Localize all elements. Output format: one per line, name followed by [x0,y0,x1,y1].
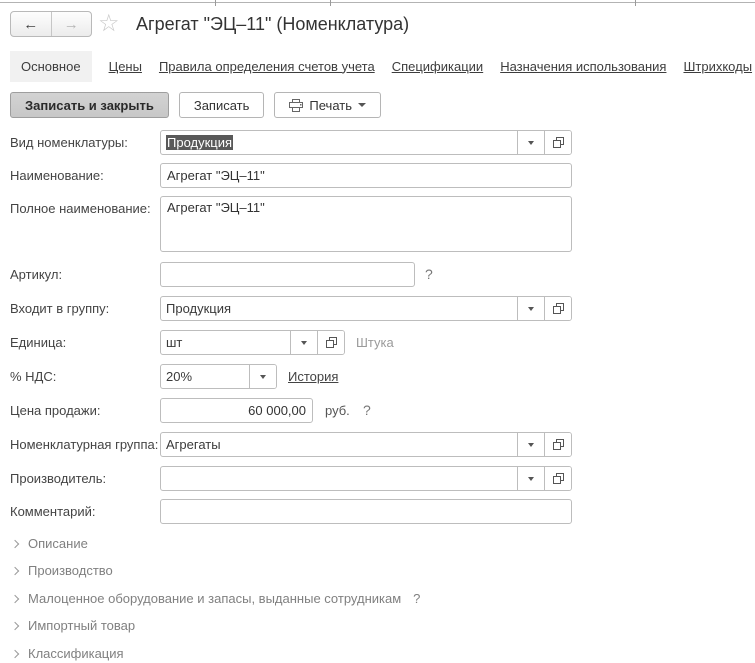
price-help-link[interactable]: ? [363,398,371,423]
kind-selected-text: Продукция [166,135,234,150]
manufacturer-value[interactable] [161,467,517,490]
open-link-icon [325,337,337,348]
top-divider [0,2,755,3]
open-link-icon [552,439,564,450]
save-and-close-label: Записать и закрыть [25,97,154,113]
chevron-down-icon [301,340,307,345]
save-button[interactable]: Записать [178,92,265,118]
name-label: Наименование: [10,168,104,183]
price-label: Цена продажи: [10,403,101,418]
print-label: Печать [309,97,352,113]
nom-group-value[interactable]: Агрегаты [161,433,517,456]
chevron-right-icon [10,594,20,603]
unit-dropdown-button[interactable] [290,331,317,354]
top-divider-tick [330,0,331,6]
chevron-down-icon [528,442,534,447]
group-open-button[interactable] [544,297,571,320]
unit-open-button[interactable] [317,331,344,354]
chevron-right-icon [10,649,20,658]
vat-value[interactable]: 20% [161,365,249,388]
chevron-right-icon [10,539,20,548]
back-button[interactable]: ← [11,12,51,36]
price-currency: руб. [325,403,350,418]
open-link-icon [552,137,564,148]
kind-combo[interactable]: Продукция [160,130,572,155]
top-divider-tick [635,0,636,6]
group-dropdown-button[interactable] [517,297,544,320]
kind-dropdown-button[interactable] [517,131,544,154]
comment-label: Комментарий: [10,504,96,519]
vat-history-link[interactable]: История [288,364,338,389]
article-help-link[interactable]: ? [425,262,433,287]
kind-open-button[interactable] [544,131,571,154]
group-label: Входит в группу: [10,301,110,316]
section-classification[interactable]: Классификация [10,646,124,661]
section-label: Производство [28,563,113,578]
chevron-right-icon [10,566,20,575]
unit-hint: Штука [356,335,394,350]
section-label: Описание [28,536,88,551]
full-name-label: Полное наименование: [10,201,151,216]
favorite-star-icon[interactable]: ☆ [98,10,120,38]
section-imported-goods[interactable]: Импортный товар [10,618,136,633]
command-bar: Записать и закрыть Записать Печать [10,92,381,118]
section-label: Импортный товар [28,618,136,633]
tab-account-rules[interactable]: Правила определения счетов учета [159,51,375,82]
nomenclature-card-window: ← → ☆ Агрегат "ЭЦ–11" (Номенклатура) Осн… [0,0,755,663]
tab-main[interactable]: Основное [10,50,92,82]
open-link-icon [552,473,564,484]
tab-barcodes[interactable]: Штрихкоды [683,51,752,82]
tab-specifications[interactable]: Спецификации [392,51,484,82]
manufacturer-dropdown-button[interactable] [517,467,544,490]
page-title: Агрегат "ЭЦ–11" (Номенклатура) [136,14,410,34]
section-label: Малоценное оборудование и запасы, выданн… [28,591,402,606]
section-description[interactable]: Описание [10,536,88,551]
print-button[interactable]: Печать [274,92,381,118]
price-input[interactable] [160,398,313,423]
article-label: Артикул: [10,267,63,282]
group-value[interactable]: Продукция [161,297,517,320]
unit-combo[interactable]: шт [160,330,345,355]
section-help-link[interactable]: ? [413,591,420,606]
top-divider-tick [215,0,216,6]
printer-icon [289,98,304,112]
forward-button[interactable]: → [50,12,92,36]
tab-bar: Основное Цены Правила определения счетов… [10,50,752,82]
manufacturer-combo[interactable] [160,466,572,491]
nom-group-open-button[interactable] [544,433,571,456]
kind-value[interactable]: Продукция [161,131,517,154]
group-combo[interactable]: Продукция [160,296,572,321]
nom-group-label: Номенклатурная группа: [10,437,159,452]
chevron-down-icon [528,306,534,311]
section-label: Классификация [28,646,124,661]
vat-dropdown-button[interactable] [249,365,276,388]
open-link-icon [552,303,564,314]
chevron-down-icon [528,140,534,145]
save-and-close-button[interactable]: Записать и закрыть [10,92,169,118]
manufacturer-label: Производитель: [10,471,107,486]
tab-prices[interactable]: Цены [109,51,142,82]
chevron-down-icon [260,374,266,379]
section-low-value-equipment[interactable]: Малоценное оборудование и запасы, выданн… [10,591,420,606]
nom-group-dropdown-button[interactable] [517,433,544,456]
unit-label: Единица: [10,335,67,350]
manufacturer-open-button[interactable] [544,467,571,490]
chevron-right-icon [10,621,20,630]
nom-group-combo[interactable]: Агрегаты [160,432,572,457]
print-menu-caret-icon [358,103,366,107]
chevron-down-icon [528,476,534,481]
article-input[interactable] [160,262,415,287]
name-input[interactable] [160,163,572,188]
history-nav: ← → [10,11,92,37]
vat-combo[interactable]: 20% [160,364,277,389]
tab-usage-purposes[interactable]: Назначения использования [500,51,666,82]
section-production[interactable]: Производство [10,563,113,578]
comment-input[interactable] [160,499,572,524]
vat-label: % НДС: [10,369,57,384]
kind-label: Вид номенклатуры: [10,135,128,150]
unit-value[interactable]: шт [161,331,290,354]
full-name-textarea[interactable]: Агрегат "ЭЦ–11" [160,196,572,252]
save-label: Записать [193,97,250,113]
